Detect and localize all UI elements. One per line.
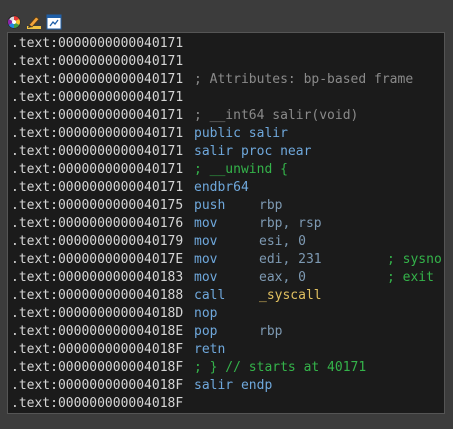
ida-view-window: .text:0000000000040171 .text:000000000004…: [0, 0, 453, 429]
unwind-marker: ; } // starts at 40171: [194, 360, 367, 375]
line-address: .text:000000000004018F: [11, 378, 184, 393]
instruction-mnemonic: nop: [194, 306, 218, 321]
instruction-comment: ; exit: [387, 270, 434, 285]
listing-line[interactable]: .text:000000000004018F ; } // starts at 4…: [11, 359, 441, 377]
listing-line[interactable]: .text:000000000004018D nop: [11, 305, 441, 323]
instruction-mnemonic: retn: [194, 342, 226, 357]
line-address: .text:0000000000040171: [11, 180, 184, 195]
line-address: .text:0000000000040171: [11, 108, 184, 123]
instruction-mnemonic: mov: [194, 216, 218, 231]
line-address: .text:000000000004017E: [11, 252, 184, 267]
line-address: .text:0000000000040176: [11, 216, 184, 231]
line-address: .text:0000000000040188: [11, 288, 184, 303]
listing-line[interactable]: .text:0000000000040171 salir proc near: [11, 143, 441, 161]
listing-line[interactable]: .text:000000000004017E mov edi, 231 ; sysno: [11, 251, 442, 269]
pencil-edit-icon[interactable]: [26, 14, 42, 30]
listing-line[interactable]: .text:0000000000040188 call _syscall: [11, 287, 441, 305]
listing-line[interactable]: .text:000000000004018E pop rbp: [11, 323, 441, 341]
line-address: .text:000000000004018F: [11, 396, 184, 411]
line-address: .text:0000000000040171: [11, 162, 184, 177]
instruction-operand[interactable]: edi, 231: [259, 251, 322, 269]
function-declaration[interactable]: salir endp: [194, 377, 272, 395]
listing-line[interactable]: .text:0000000000040171: [11, 35, 441, 53]
toolbar: [6, 13, 62, 31]
instruction-operand[interactable]: rbp: [259, 197, 282, 215]
function-declaration[interactable]: salir proc near: [194, 143, 311, 161]
unwind-marker: ; __unwind {: [194, 162, 288, 177]
instruction-mnemonic: mov: [194, 252, 218, 267]
instruction-mnemonic: pop: [194, 324, 218, 339]
listing-line[interactable]: .text:0000000000040171 ; __int64 salir(vo…: [11, 107, 441, 125]
listing-comment: ; __int64 salir(void): [194, 108, 359, 123]
line-address: .text:0000000000040179: [11, 234, 184, 249]
listing-line[interactable]: .text:0000000000040171 ; __unwind {: [11, 161, 441, 179]
instruction-mnemonic: call: [194, 288, 226, 303]
listing-line[interactable]: .text:000000000004018F: [11, 395, 441, 413]
listing-line[interactable]: .text:000000000004018F retn: [11, 341, 441, 359]
line-address: .text:0000000000040171: [11, 126, 184, 141]
function-declaration[interactable]: public salir: [194, 125, 288, 143]
graph-view-icon[interactable]: [46, 14, 62, 30]
color-wheel-icon[interactable]: [6, 14, 22, 30]
line-address: .text:000000000004018F: [11, 360, 184, 375]
listing-line[interactable]: .text:0000000000040179 mov esi, 0: [11, 233, 441, 251]
listing-line[interactable]: .text:0000000000040171: [11, 89, 441, 107]
instruction-mnemonic: mov: [194, 234, 218, 249]
instruction-operand[interactable]: esi, 0: [259, 233, 306, 251]
instruction-operand[interactable]: _syscall: [259, 287, 322, 305]
line-address: .text:000000000004018E: [11, 324, 184, 339]
line-address: .text:0000000000040171: [11, 144, 184, 159]
instruction-mnemonic: push: [194, 198, 226, 213]
line-address: .text:0000000000040171: [11, 36, 184, 51]
line-address: .text:0000000000040183: [11, 270, 184, 285]
line-address: .text:0000000000040171: [11, 90, 184, 105]
listing-line[interactable]: .text:0000000000040183 mov eax, 0 ; exit: [11, 269, 441, 287]
listing-line[interactable]: .text:0000000000040171 public salir: [11, 125, 441, 143]
listing-line[interactable]: .text:0000000000040171 endbr64: [11, 179, 441, 197]
instruction-mnemonic: endbr64: [194, 180, 249, 195]
instruction-operand[interactable]: rbp: [259, 323, 282, 341]
listing-line[interactable]: .text:0000000000040176 mov rbp, rsp: [11, 215, 441, 233]
line-address: .text:0000000000040171: [11, 72, 184, 87]
listing-line[interactable]: .text:0000000000040171 ; Attributes: bp-b…: [11, 71, 441, 89]
line-address: .text:0000000000040175: [11, 198, 184, 213]
instruction-mnemonic: mov: [194, 270, 218, 285]
listing-line[interactable]: .text:0000000000040175 push rbp: [11, 197, 441, 215]
instruction-operand[interactable]: eax, 0: [259, 269, 306, 287]
line-address: .text:000000000004018D: [11, 306, 184, 321]
instruction-operand[interactable]: rbp, rsp: [259, 215, 322, 233]
listing-line[interactable]: .text:000000000004018F salir endp: [11, 377, 441, 395]
listing-lines: .text:0000000000040171 .text:000000000004…: [11, 35, 442, 413]
listing-line[interactable]: .text:0000000000040171: [11, 53, 441, 71]
line-address: .text:0000000000040171: [11, 54, 184, 69]
listing-comment: ; Attributes: bp-based frame: [194, 72, 414, 87]
disassembly-listing[interactable]: .text:0000000000040171 .text:000000000004…: [7, 32, 445, 414]
instruction-comment: ; sysno: [387, 252, 442, 267]
line-address: .text:000000000004018F: [11, 342, 184, 357]
